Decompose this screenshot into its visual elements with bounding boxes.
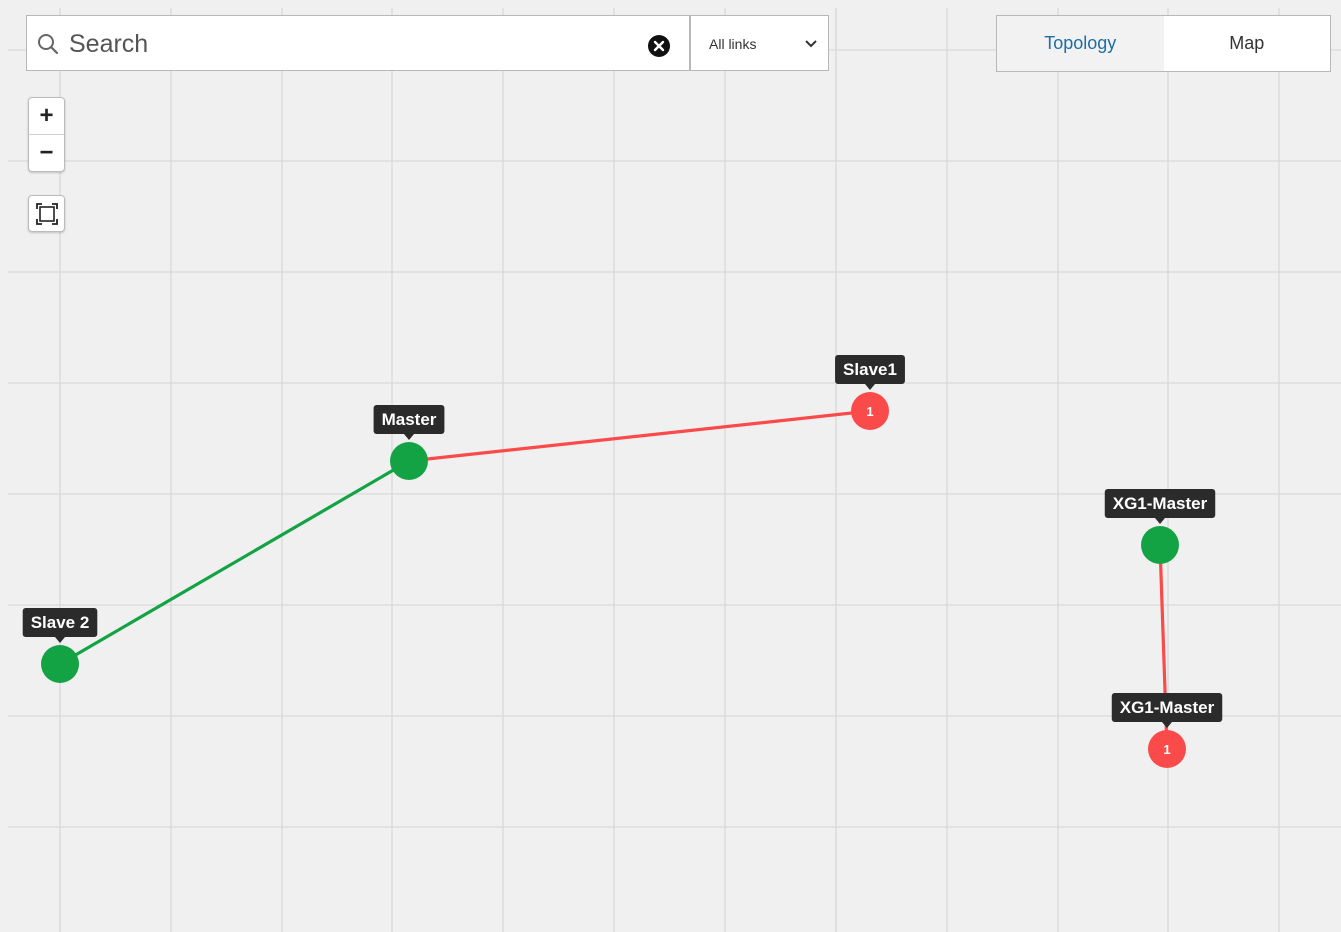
- node-circle: [1141, 526, 1179, 564]
- fit-to-screen-button[interactable]: [28, 195, 65, 232]
- node-label-text: Master: [382, 410, 437, 429]
- node-label-text: XG1-Master: [1113, 494, 1208, 513]
- view-toggle: Topology Map: [996, 15, 1331, 72]
- node-label: XG1-Master: [1104, 489, 1216, 524]
- node-master[interactable]: Master: [373, 405, 445, 480]
- link-master-slave1[interactable]: [408, 409, 871, 463]
- node-label-text: XG1-Master: [1120, 698, 1215, 717]
- node-label-pointer: [55, 637, 65, 643]
- tab-map[interactable]: Map: [1163, 16, 1330, 71]
- node-label: Slave 2: [22, 608, 98, 643]
- node-label-pointer: [1155, 518, 1165, 524]
- node-slave2[interactable]: Slave 2: [22, 608, 98, 683]
- clear-search-icon[interactable]: [647, 34, 671, 58]
- link-filter-select[interactable]: All links: [690, 15, 829, 71]
- node-label: Slave1: [835, 355, 905, 390]
- search-box: [26, 15, 690, 71]
- node-label-pointer: [1162, 722, 1172, 728]
- topology-canvas[interactable]: Master 1 Slave1 Slave 2 XG1-Master 1 XG1-Maste…: [0, 0, 1341, 932]
- node-label-pointer: [865, 384, 875, 390]
- zoom-out-button[interactable]: −: [29, 135, 64, 171]
- topology-nodes: Master 1 Slave1 Slave 2 XG1-Master 1 XG1-Maste…: [22, 355, 1223, 768]
- node-circle: [390, 442, 428, 480]
- zoom-control: + −: [28, 97, 65, 172]
- background-grid: [8, 8, 1341, 932]
- node-alert-count: 1: [866, 404, 873, 419]
- search-input[interactable]: [67, 24, 631, 64]
- node-label-text: Slave1: [843, 360, 897, 379]
- link-filter-value: All links: [709, 36, 757, 52]
- search-icon: [38, 34, 59, 55]
- fit-screen-icon: [35, 202, 58, 225]
- zoom-in-button[interactable]: +: [29, 98, 64, 135]
- node-circle: [41, 645, 79, 683]
- node-xg1-master-a[interactable]: XG1-Master: [1104, 489, 1216, 564]
- node-label-text: Slave 2: [31, 613, 90, 632]
- link-master-slave2[interactable]: [59, 459, 410, 666]
- chevron-down-icon: [805, 40, 817, 48]
- node-xg1-master-b[interactable]: 1 XG1-Master: [1111, 693, 1223, 768]
- node-label: Master: [373, 405, 445, 440]
- node-slave1[interactable]: 1 Slave1: [835, 355, 905, 430]
- tab-topology[interactable]: Topology: [997, 16, 1164, 71]
- node-label: XG1-Master: [1111, 693, 1223, 728]
- node-alert-count: 1: [1163, 742, 1170, 757]
- node-label-pointer: [404, 434, 414, 440]
